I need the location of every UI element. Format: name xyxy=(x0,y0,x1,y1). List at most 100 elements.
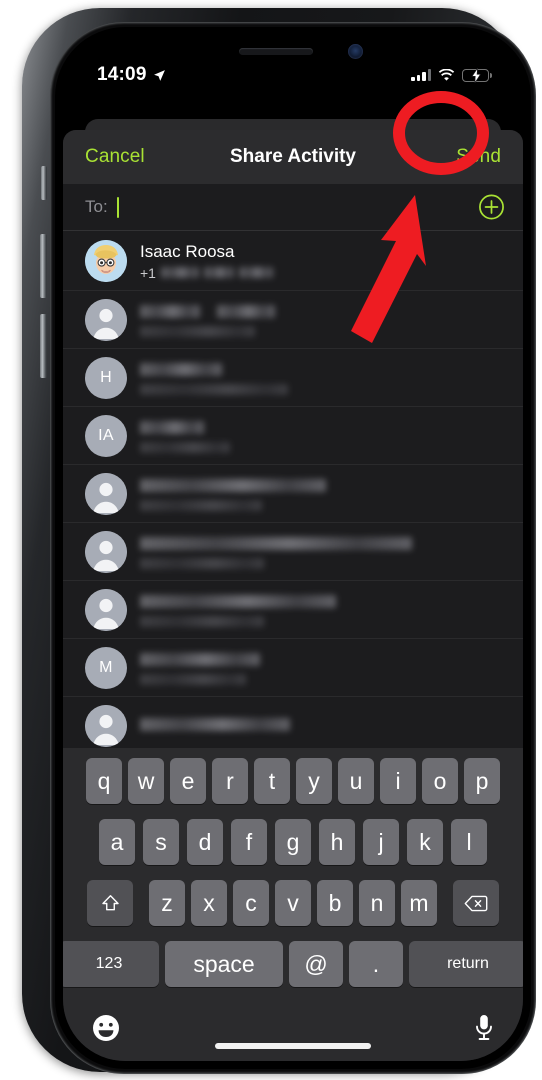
key-b[interactable]: b xyxy=(317,880,353,926)
contact-name xyxy=(140,476,523,497)
avatar: H xyxy=(85,356,127,399)
emoji-smiley-icon[interactable] xyxy=(91,1013,121,1043)
key-y[interactable]: y xyxy=(296,758,332,804)
shift-key[interactable] xyxy=(87,880,133,926)
key-m[interactable]: m xyxy=(401,880,437,926)
redacted-contact-name xyxy=(140,421,204,434)
sheet-navigation-bar: Cancel Share Activity Send xyxy=(63,130,523,184)
onscreen-keyboard[interactable]: q w e r t y u i o p a s d f g h j k l z … xyxy=(63,748,523,1061)
phone-screen: 14:09 Cancel Share Activity Send To: Isa… xyxy=(63,35,523,1061)
return-key[interactable]: return xyxy=(409,941,523,987)
redacted-contact-detail xyxy=(140,442,230,453)
key-a[interactable]: a xyxy=(99,819,135,865)
contact-detail xyxy=(140,326,523,337)
key-f[interactable]: f xyxy=(231,819,267,865)
redacted-contact-name xyxy=(140,537,412,550)
space-key[interactable]: space xyxy=(165,941,283,987)
list-item[interactable]: IA xyxy=(63,407,523,465)
key-r[interactable]: r xyxy=(212,758,248,804)
list-item-text xyxy=(140,360,523,395)
list-item[interactable] xyxy=(63,465,523,523)
keyboard-row-1: q w e r t y u i o p xyxy=(63,756,523,806)
contact-name xyxy=(140,302,523,323)
cellular-signal-icon xyxy=(411,69,431,81)
avatar: M xyxy=(85,646,127,689)
key-l[interactable]: l xyxy=(451,819,487,865)
contact-name xyxy=(140,650,523,671)
status-time: 14:09 xyxy=(97,64,147,85)
list-item[interactable] xyxy=(63,291,523,349)
recipient-field-row[interactable]: To: xyxy=(63,184,523,231)
key-e[interactable]: e xyxy=(170,758,206,804)
key-z[interactable]: z xyxy=(149,880,185,926)
list-item[interactable] xyxy=(63,581,523,639)
volume-down-button[interactable] xyxy=(40,314,47,378)
contact-detail xyxy=(140,616,523,627)
key-n[interactable]: n xyxy=(359,880,395,926)
key-s[interactable]: s xyxy=(143,819,179,865)
redacted-contact-name xyxy=(140,718,290,731)
redacted-phone-number xyxy=(160,267,199,278)
contact-detail xyxy=(140,384,523,395)
home-indicator xyxy=(215,1043,371,1049)
wifi-icon xyxy=(438,68,455,81)
numbers-key[interactable]: 123 xyxy=(63,941,159,987)
redacted-contact-detail xyxy=(140,558,264,569)
shift-arrow-icon xyxy=(101,894,119,910)
key-v[interactable]: v xyxy=(275,880,311,926)
cancel-button[interactable]: Cancel xyxy=(85,146,145,168)
redacted-contact-name xyxy=(140,653,260,666)
send-button[interactable]: Send xyxy=(456,146,501,168)
microphone-icon[interactable] xyxy=(473,1013,495,1043)
list-item[interactable] xyxy=(63,523,523,581)
keyboard-bottom-bar xyxy=(63,989,523,1061)
key-k[interactable]: k xyxy=(407,819,443,865)
contact-detail xyxy=(140,674,523,685)
period-key[interactable]: . xyxy=(349,941,403,987)
list-item-text: Isaac Roosa +1 xyxy=(140,241,523,281)
avatar xyxy=(85,530,127,573)
key-h[interactable]: h xyxy=(319,819,355,865)
key-g[interactable]: g xyxy=(275,819,311,865)
at-key[interactable]: @ xyxy=(289,941,343,987)
phone-frame: 14:09 Cancel Share Activity Send To: Isa… xyxy=(22,8,536,1074)
list-item[interactable]: Isaac Roosa +1 xyxy=(63,231,523,291)
key-i[interactable]: i xyxy=(380,758,416,804)
redacted-contact-name xyxy=(140,595,336,608)
list-item[interactable]: M xyxy=(63,639,523,697)
text-cursor xyxy=(116,196,120,218)
key-c[interactable]: c xyxy=(233,880,269,926)
key-u[interactable]: u xyxy=(338,758,374,804)
person-placeholder-icon xyxy=(85,298,127,341)
volume-up-button[interactable] xyxy=(40,234,47,298)
contact-detail xyxy=(140,558,523,569)
contact-detail xyxy=(140,500,523,511)
key-o[interactable]: o xyxy=(422,758,458,804)
charging-bolt-icon xyxy=(471,68,482,84)
key-j[interactable]: j xyxy=(363,819,399,865)
list-item[interactable] xyxy=(63,697,523,755)
plus-circle-icon[interactable] xyxy=(478,194,505,221)
avatar xyxy=(85,472,127,515)
key-x[interactable]: x xyxy=(191,880,227,926)
keyboard-row-3: z x c v b n m xyxy=(63,878,523,928)
key-t[interactable]: t xyxy=(254,758,290,804)
person-placeholder-icon xyxy=(85,530,127,573)
avatar xyxy=(85,588,127,631)
key-d[interactable]: d xyxy=(187,819,223,865)
list-item[interactable]: H xyxy=(63,349,523,407)
backspace-delete-icon xyxy=(464,895,488,911)
status-bar-right xyxy=(411,68,492,84)
key-p[interactable]: p xyxy=(464,758,500,804)
redacted-contact-name xyxy=(140,363,222,376)
list-item-text xyxy=(140,302,523,337)
avatar xyxy=(85,239,127,282)
key-w[interactable]: w xyxy=(128,758,164,804)
contact-name xyxy=(140,360,523,381)
key-q[interactable]: q xyxy=(86,758,122,804)
delete-key[interactable] xyxy=(453,880,499,926)
contact-detail: +1 xyxy=(140,265,523,281)
mute-switch-button[interactable] xyxy=(41,166,47,200)
earpiece-speaker-icon xyxy=(239,48,313,55)
redacted-contact-detail xyxy=(140,674,246,685)
